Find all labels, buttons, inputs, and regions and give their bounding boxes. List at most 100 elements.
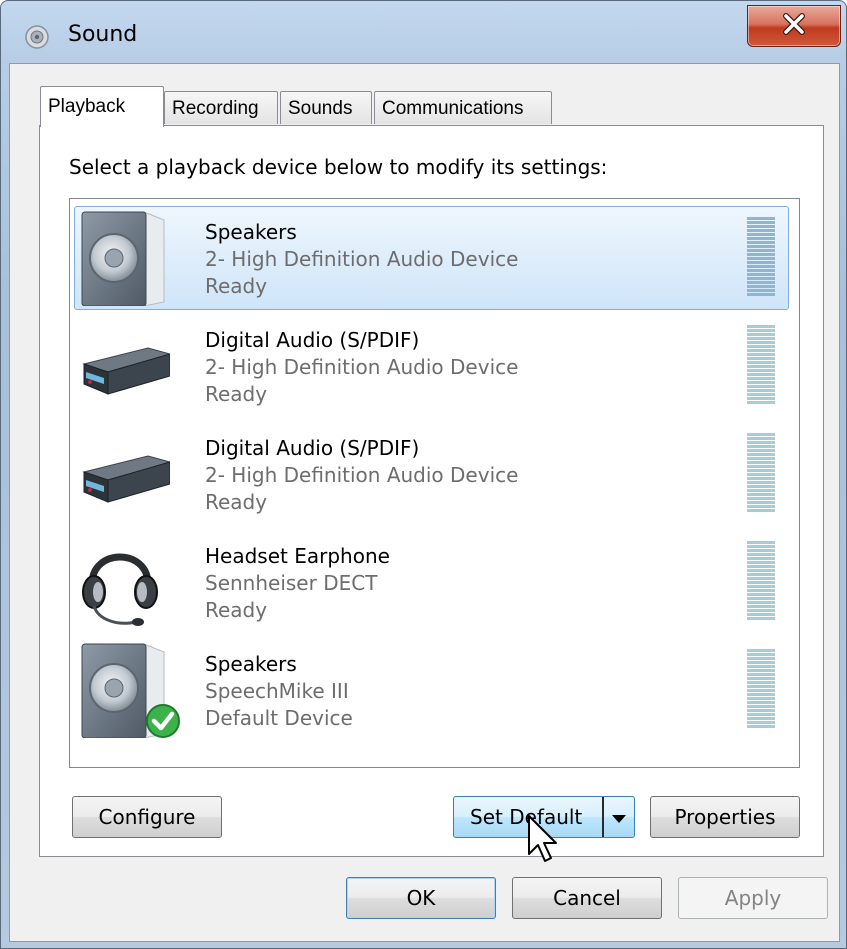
meter-bar (747, 617, 775, 620)
mouse-pointer-icon (526, 814, 562, 866)
volume-meter (747, 217, 775, 299)
close-button[interactable] (747, 5, 841, 47)
meter-bar (747, 341, 775, 344)
meter-bar (747, 725, 775, 728)
dialog-client-area: Playback Recording Sounds Communications… (9, 63, 840, 942)
meter-bar (747, 229, 775, 232)
tab-communications[interactable]: Communications (374, 91, 552, 124)
device-item-speakers[interactable]: Speakers 2- High Definition Audio Device… (74, 206, 789, 310)
meter-bar (747, 673, 775, 676)
meter-bar (747, 565, 775, 568)
device-name: Digital Audio (S/PDIF) (205, 328, 420, 352)
device-text: Digital Audio (S/PDIF) 2- High Definitio… (205, 327, 518, 408)
meter-bar (747, 549, 775, 552)
meter-bar (747, 281, 775, 284)
meter-bar (747, 217, 775, 220)
meter-bar (747, 269, 775, 272)
title-bar[interactable]: Sound (1, 1, 846, 67)
close-icon (782, 13, 806, 39)
meter-bar (747, 553, 775, 556)
meter-bar (747, 581, 775, 584)
device-description: 2- High Definition Audio Device (205, 463, 519, 487)
volume-meter (747, 325, 775, 407)
speaker-icon (24, 24, 50, 50)
tab-playback[interactable]: Playback (40, 86, 164, 127)
meter-bar (747, 577, 775, 580)
meter-bar (747, 705, 775, 708)
meter-bar (747, 689, 775, 692)
meter-bar (747, 357, 775, 360)
device-status: Ready (205, 274, 268, 298)
meter-bar (747, 541, 775, 544)
meter-bar (747, 361, 775, 364)
meter-bar (747, 609, 775, 612)
meter-bar (747, 693, 775, 696)
meter-bar (747, 445, 775, 448)
meter-bar (747, 721, 775, 724)
device-text: Digital Audio (S/PDIF) 2- High Definitio… (205, 435, 518, 516)
ok-button[interactable]: OK (346, 877, 496, 919)
meter-bar (747, 397, 775, 400)
device-name: Speakers (205, 220, 297, 244)
meter-bar (747, 245, 775, 248)
meter-bar (747, 453, 775, 456)
speaker-icon (78, 210, 170, 307)
meter-bar (747, 345, 775, 348)
meter-bar (747, 597, 775, 600)
meter-bar (747, 613, 775, 616)
meter-bar (747, 481, 775, 484)
meter-bar (747, 333, 775, 336)
configure-button[interactable]: Configure (72, 796, 222, 838)
playback-device-list[interactable]: Speakers 2- High Definition Audio Device… (69, 198, 800, 768)
meter-bar (747, 457, 775, 460)
instruction-text: Select a playback device below to modify… (69, 155, 608, 179)
window-title: Sound (68, 22, 138, 47)
sound-dialog-window: Sound Playback Recording Sounds Communic… (0, 0, 847, 949)
device-text: Speakers SpeechMike III Default Device (205, 651, 353, 732)
meter-bar (747, 485, 775, 488)
device-item-speakers-default[interactable]: Speakers SpeechMike III Default Device (74, 638, 789, 742)
meter-bar (747, 493, 775, 496)
meter-bar (747, 585, 775, 588)
set-default-dropdown[interactable] (602, 797, 634, 837)
meter-bar (747, 385, 775, 388)
meter-bar (747, 697, 775, 700)
device-item-digital-audio[interactable]: Digital Audio (S/PDIF) 2- High Definitio… (74, 314, 789, 418)
device-description: 2- High Definition Audio Device (205, 355, 519, 379)
cancel-button[interactable]: Cancel (512, 877, 662, 919)
meter-bar (747, 569, 775, 572)
meter-bar (747, 685, 775, 688)
meter-bar (747, 505, 775, 508)
apply-button[interactable]: Apply (678, 877, 828, 919)
meter-bar (747, 501, 775, 504)
meter-bar (747, 389, 775, 392)
meter-bar (747, 293, 775, 296)
properties-button[interactable]: Properties (650, 796, 800, 838)
meter-bar (747, 437, 775, 440)
tab-sounds[interactable]: Sounds (280, 91, 372, 124)
device-item-digital-audio[interactable]: Digital Audio (S/PDIF) 2- High Definitio… (74, 422, 789, 526)
meter-bar (747, 649, 775, 652)
meter-bar (747, 225, 775, 228)
meter-bar (747, 601, 775, 604)
meter-bar (747, 369, 775, 372)
meter-bar (747, 545, 775, 548)
meter-bar (747, 273, 775, 276)
meter-bar (747, 681, 775, 684)
meter-bar (747, 469, 775, 472)
meter-bar (747, 661, 775, 664)
meter-bar (747, 353, 775, 356)
meter-bar (747, 665, 775, 668)
meter-bar (747, 669, 775, 672)
meter-bar (747, 593, 775, 596)
device-item-headset[interactable]: Headset Earphone Sennheiser DECT Ready (74, 530, 789, 634)
device-status: Ready (205, 598, 268, 622)
device-name: Speakers (205, 652, 297, 676)
meter-bar (747, 237, 775, 240)
tab-recording[interactable]: Recording (164, 91, 278, 124)
meter-bar (747, 497, 775, 500)
meter-bar (747, 257, 775, 260)
meter-bar (747, 373, 775, 376)
meter-bar (747, 657, 775, 660)
meter-bar (747, 473, 775, 476)
